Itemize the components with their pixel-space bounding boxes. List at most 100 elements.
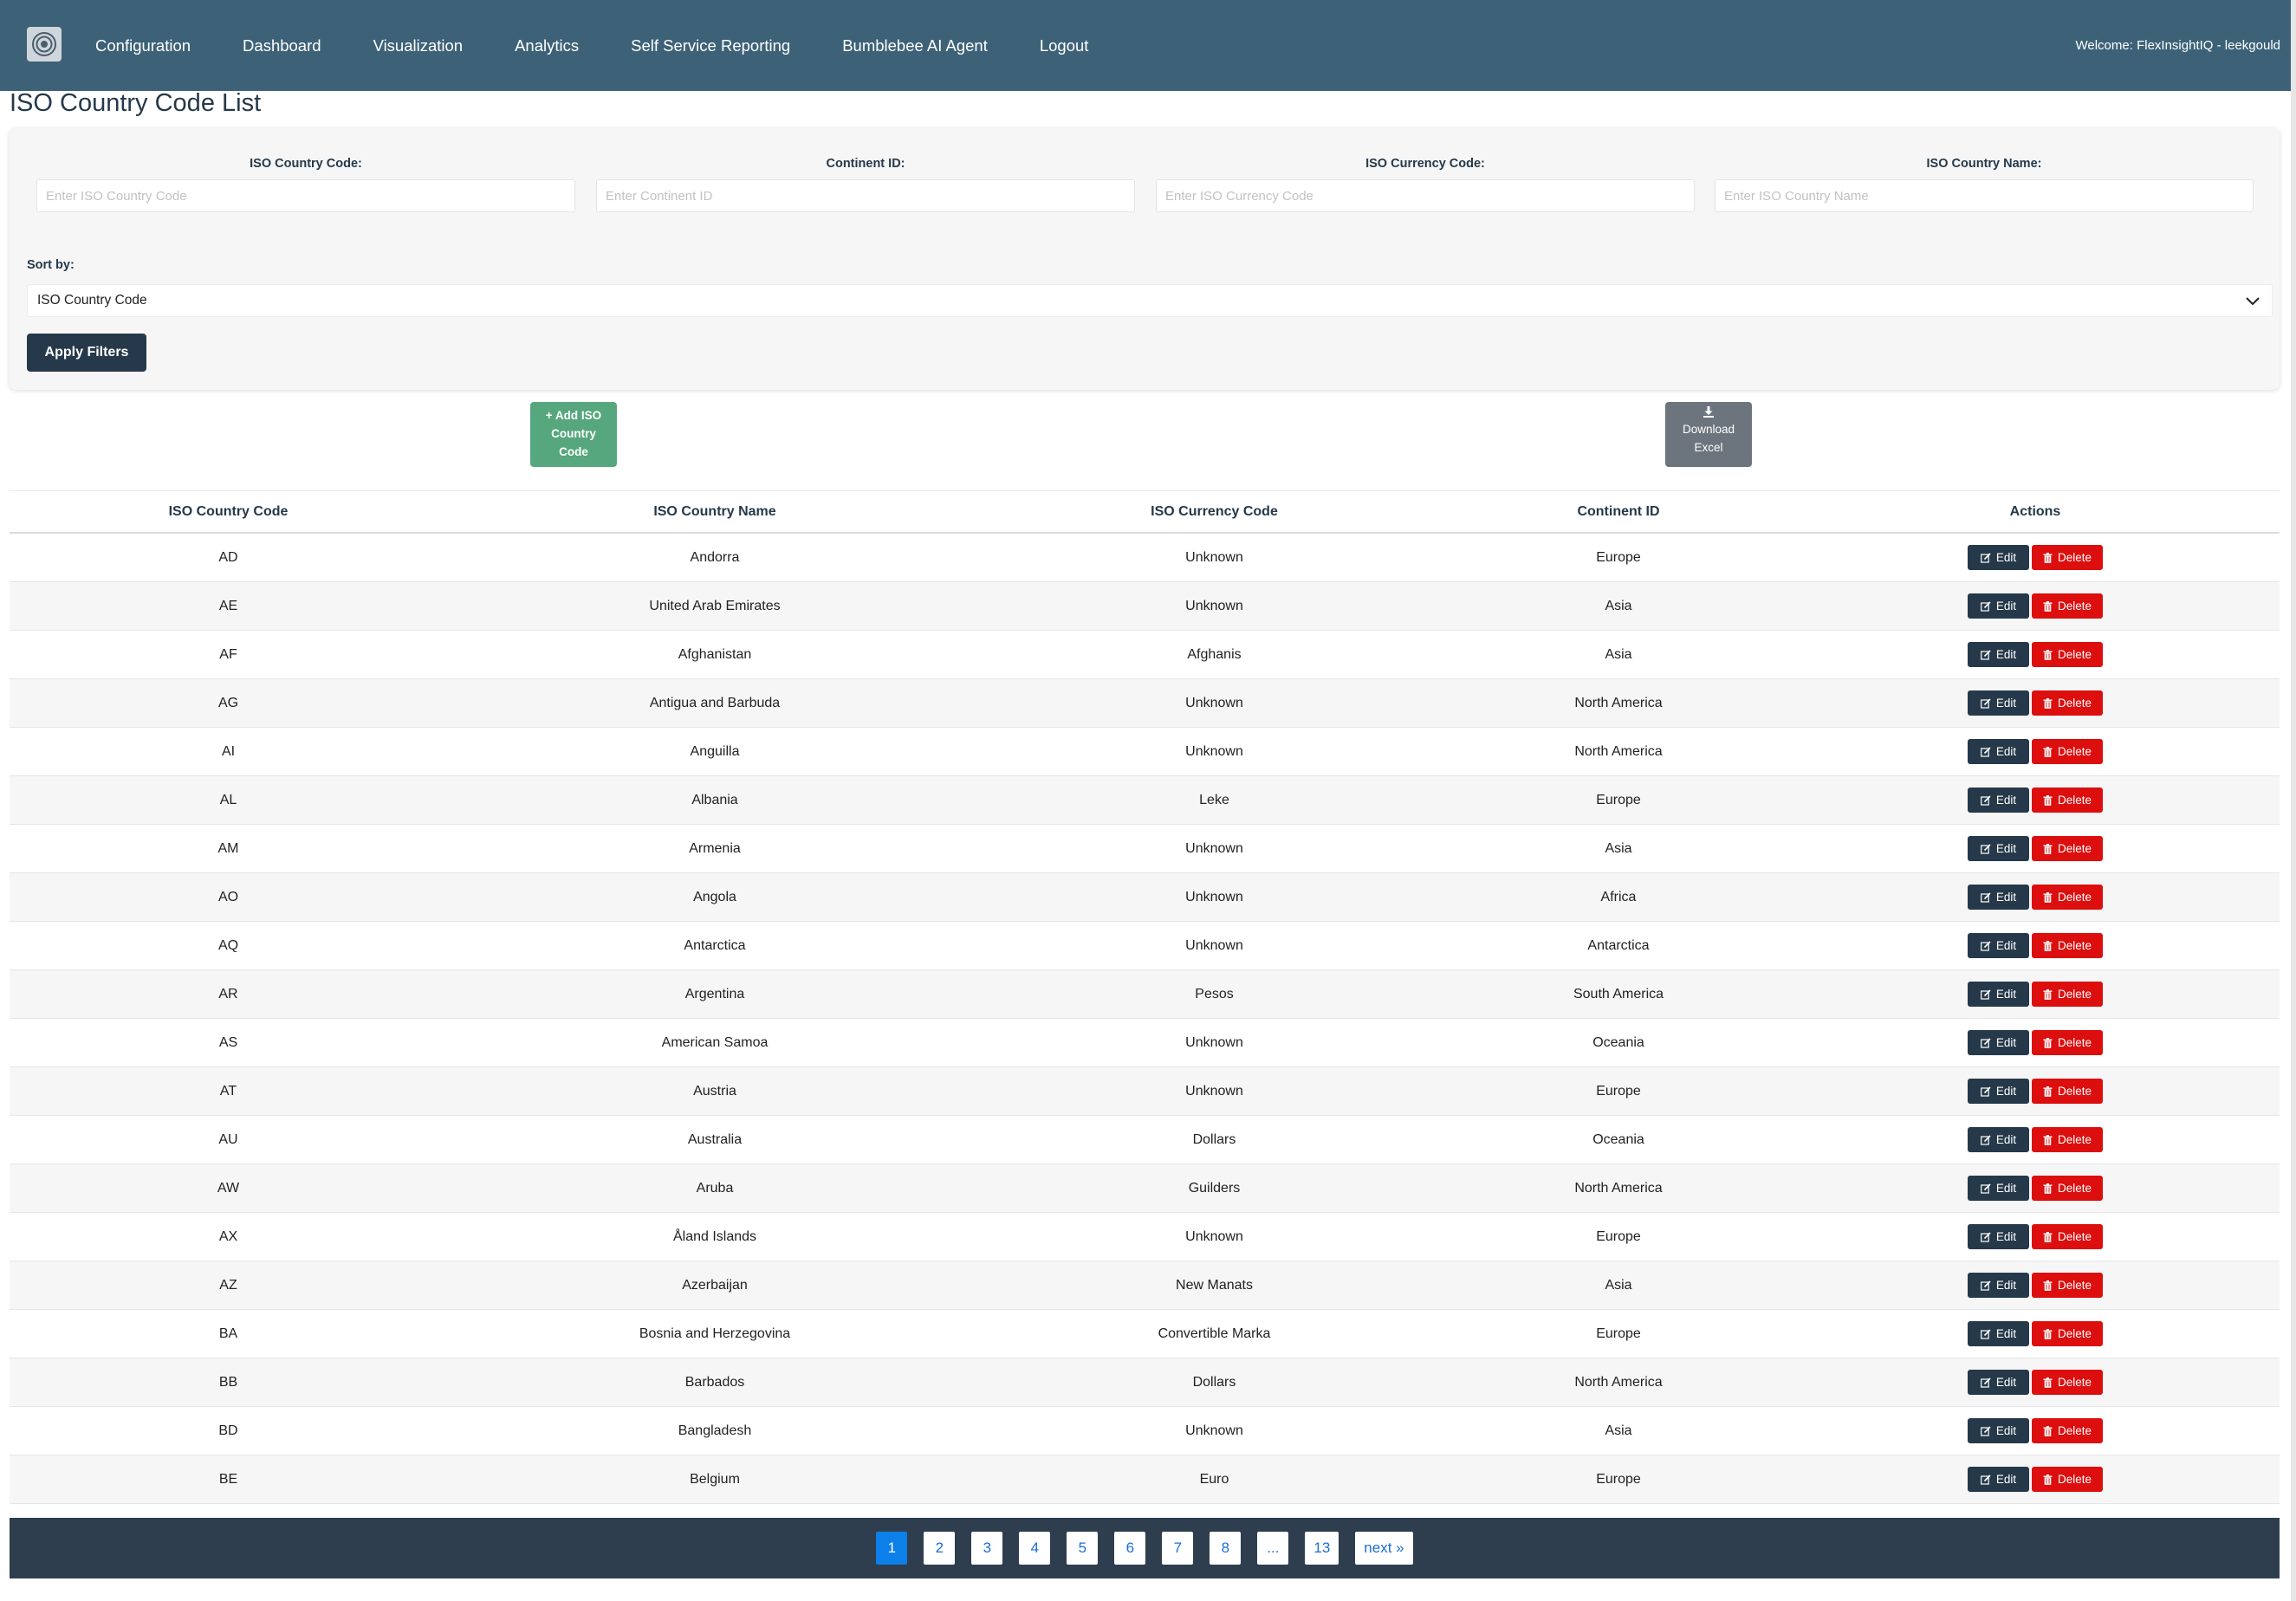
delete-button[interactable]: Delete [2032, 836, 2103, 861]
edit-button[interactable]: Edit [1968, 1418, 2029, 1443]
page-next-button[interactable]: next » [1355, 1532, 1413, 1565]
nav-link-configuration[interactable]: Configuration [95, 36, 191, 55]
delete-button[interactable]: Delete [2032, 1467, 2103, 1492]
page-4-button[interactable]: 4 [1019, 1532, 1051, 1565]
delete-button[interactable]: Delete [2032, 885, 2103, 910]
iso-country-code-input[interactable] [36, 179, 575, 212]
delete-button[interactable]: Delete [2032, 1273, 2103, 1298]
page-13-button[interactable]: 13 [1305, 1532, 1339, 1565]
edit-button[interactable]: Edit [1968, 982, 2029, 1007]
delete-button[interactable]: Delete [2032, 593, 2103, 619]
edit-button[interactable]: Edit [1968, 1224, 2029, 1249]
delete-button[interactable]: Delete [2032, 1127, 2103, 1152]
nav-link-self-service-reporting[interactable]: Self Service Reporting [631, 36, 790, 55]
nav-link-dashboard[interactable]: Dashboard [243, 36, 321, 55]
trash-icon [2043, 1231, 2053, 1242]
edit-button[interactable]: Edit [1968, 1030, 2029, 1055]
delete-button[interactable]: Delete [2032, 1224, 2103, 1249]
nav-link-logout[interactable]: Logout [1040, 36, 1089, 55]
pencil-square-icon [1980, 649, 1991, 660]
pencil-square-icon [1980, 891, 1991, 903]
edit-button[interactable]: Edit [1968, 788, 2029, 813]
delete-button[interactable]: Delete [2032, 788, 2103, 813]
table-row: BD Bangladesh Unknown Asia Edit Delete [10, 1407, 2280, 1455]
table-row: AM Armenia Unknown Asia Edit Delete [10, 825, 2280, 873]
cell-country-code: BA [218, 1326, 238, 1341]
trash-icon [2043, 746, 2053, 757]
edit-label: Edit [1995, 697, 2017, 710]
edit-button[interactable]: Edit [1968, 690, 2029, 716]
edit-label: Edit [1995, 1182, 2017, 1195]
edit-button[interactable]: Edit [1968, 642, 2029, 667]
cell-country-code: AD [218, 549, 238, 565]
nav-link-bumblebee-ai-agent[interactable]: Bumblebee AI Agent [842, 36, 988, 55]
delete-label: Delete [2057, 1133, 2092, 1146]
download-excel-button[interactable]: Download Excel [1665, 402, 1752, 467]
edit-button[interactable]: Edit [1968, 933, 2029, 958]
nav-link-analytics[interactable]: Analytics [515, 36, 579, 55]
delete-button[interactable]: Delete [2032, 1370, 2103, 1395]
page-1-button[interactable]: 1 [876, 1532, 908, 1565]
pencil-square-icon [1980, 746, 1991, 757]
pencil-square-icon [1980, 1037, 1991, 1048]
edit-button[interactable]: Edit [1968, 739, 2029, 764]
edit-button[interactable]: Edit [1968, 836, 2029, 861]
column-header[interactable]: ISO Currency Code [983, 504, 1446, 520]
cell-country-name: Argentina [684, 986, 745, 1001]
page-scrollbar[interactable] [2291, 0, 2296, 1601]
delete-button[interactable]: Delete [2032, 1030, 2103, 1055]
edit-button[interactable]: Edit [1968, 1127, 2029, 1152]
cell-continent-id: Africa [1600, 889, 1637, 904]
edit-button[interactable]: Edit [1968, 1176, 2029, 1201]
nav-link-visualization[interactable]: Visualization [373, 36, 464, 55]
delete-button[interactable]: Delete [2032, 739, 2103, 764]
delete-button[interactable]: Delete [2032, 982, 2103, 1007]
column-header[interactable]: ISO Country Name [447, 504, 983, 520]
sort-select[interactable]: ISO Country Code [27, 284, 2273, 317]
delete-label: Delete [2057, 1085, 2092, 1098]
pencil-square-icon [1980, 940, 1991, 951]
delete-button[interactable]: Delete [2032, 642, 2103, 667]
delete-button[interactable]: Delete [2032, 1079, 2103, 1104]
add-iso-country-code-button[interactable]: + Add ISO Country Code [530, 402, 617, 467]
delete-button[interactable]: Delete [2032, 545, 2103, 570]
edit-button[interactable]: Edit [1968, 1467, 2029, 1492]
page-5-button[interactable]: 5 [1067, 1532, 1099, 1565]
page-6-button[interactable]: 6 [1114, 1532, 1146, 1565]
iso-country-name-input[interactable] [1715, 179, 2254, 212]
cell-continent-id: Europe [1596, 1326, 1641, 1341]
cell-country-code: AI [221, 743, 236, 759]
cell-actions: Edit Delete [1791, 642, 2280, 667]
iso-currency-code-input[interactable] [1156, 179, 1695, 212]
welcome-text: Welcome: FlexInsightIQ - leekgould [2075, 38, 2281, 53]
delete-button[interactable]: Delete [2032, 933, 2103, 958]
page-8-button[interactable]: 8 [1210, 1532, 1242, 1565]
delete-button[interactable]: Delete [2032, 1176, 2103, 1201]
app-logo-icon[interactable] [27, 27, 62, 62]
sort-label: Sort by: [27, 258, 75, 272]
page-2-button[interactable]: 2 [924, 1532, 956, 1565]
delete-button[interactable]: Delete [2032, 1418, 2103, 1443]
column-header[interactable]: ISO Country Code [10, 504, 447, 520]
delete-button[interactable]: Delete [2032, 1321, 2103, 1346]
edit-label: Edit [1995, 1085, 2017, 1098]
cell-country-name: Austria [693, 1083, 736, 1099]
column-header[interactable]: Continent ID [1446, 504, 1791, 520]
edit-button[interactable]: Edit [1968, 1079, 2029, 1104]
table-row: AL Albania Leke Europe Edit Delete [10, 776, 2280, 825]
page-3-button[interactable]: 3 [971, 1532, 1003, 1565]
delete-button[interactable]: Delete [2032, 690, 2103, 716]
filter-label: ISO Country Code: [250, 157, 362, 171]
page-7-button[interactable]: 7 [1162, 1532, 1194, 1565]
delete-label: Delete [2057, 648, 2092, 661]
continent-id-input[interactable] [596, 179, 1135, 212]
edit-button[interactable]: Edit [1968, 1321, 2029, 1346]
edit-button[interactable]: Edit [1968, 1273, 2029, 1298]
edit-button[interactable]: Edit [1968, 593, 2029, 619]
download-button-line: Excel [1694, 441, 1723, 454]
edit-button[interactable]: Edit [1968, 545, 2029, 570]
apply-filters-button[interactable]: Apply Filters [27, 334, 146, 372]
cell-continent-id: Oceania [1592, 1131, 1644, 1147]
edit-button[interactable]: Edit [1968, 885, 2029, 910]
edit-button[interactable]: Edit [1968, 1370, 2029, 1395]
